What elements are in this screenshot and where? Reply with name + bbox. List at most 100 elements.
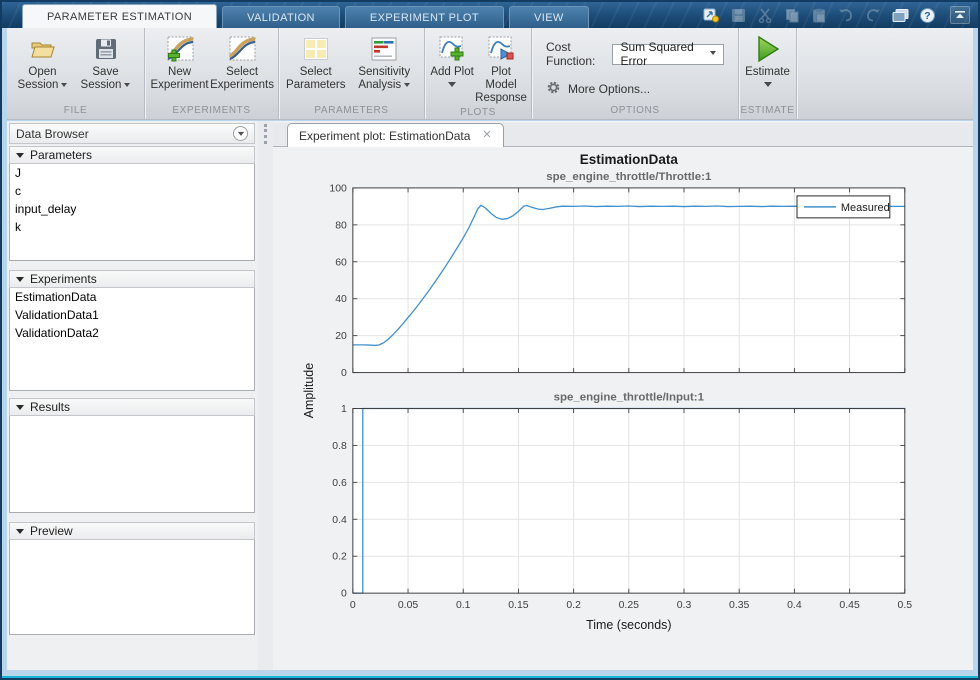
list-item[interactable]: ValidationData1 [10, 306, 254, 324]
tab-validation[interactable]: VALIDATION [222, 6, 340, 28]
new-window-icon[interactable] [702, 6, 720, 24]
add-plot-button[interactable]: Add Plot [429, 31, 475, 91]
panel-splitter[interactable] [258, 121, 273, 670]
cut-icon[interactable] [756, 6, 774, 24]
estimate-button[interactable]: Estimate [743, 31, 792, 91]
list-item[interactable]: ValidationData2 [10, 324, 254, 342]
svg-text:0.05: 0.05 [398, 600, 419, 611]
select-experiments-button[interactable]: Select Experiments [210, 31, 274, 92]
paste-icon[interactable] [810, 6, 828, 24]
section-label: Results [30, 400, 71, 414]
data-browser-title: Data Browser [16, 126, 89, 141]
save-session-button[interactable]: Save Session [74, 31, 137, 92]
minimize-ribbon-button[interactable] [950, 6, 970, 24]
svg-text:0.25: 0.25 [619, 600, 640, 611]
select-experiments-label: Select Experiments [210, 66, 275, 91]
add-plot-icon [439, 34, 465, 64]
svg-text:Time (seconds): Time (seconds) [586, 618, 671, 632]
group-plots: Add Plot Plot Model Response PLOTS [425, 28, 532, 119]
list-item[interactable]: EstimationData [10, 288, 254, 306]
save-icon[interactable] [729, 6, 747, 24]
svg-text:80: 80 [335, 220, 347, 231]
tab-experiment-plot[interactable]: EXPERIMENT PLOT [344, 6, 504, 28]
list-item[interactable]: input_delay [10, 200, 254, 218]
collapse-arrow-icon [16, 153, 24, 162]
group-experiments: New Experiment Select Experiments EXPERI… [145, 28, 279, 119]
svg-text:100: 100 [329, 183, 347, 194]
svg-text:0: 0 [341, 368, 347, 379]
results-list[interactable] [9, 416, 255, 513]
svg-text:0.2: 0.2 [332, 552, 347, 563]
svg-text:0: 0 [350, 600, 356, 611]
tab-view[interactable]: VIEW [509, 6, 589, 28]
svg-text:EstimationData: EstimationData [580, 152, 679, 167]
svg-text:0.8: 0.8 [332, 441, 347, 452]
list-item[interactable]: c [10, 182, 254, 200]
open-session-button[interactable]: Open Session [11, 31, 74, 92]
app-window: PARAMETER ESTIMATION VALIDATION EXPERIME… [0, 0, 980, 680]
tab-parameter-estimation[interactable]: PARAMETER ESTIMATION [22, 4, 218, 28]
estimate-label: Estimate [745, 66, 790, 78]
new-experiment-label: New Experiment [150, 66, 209, 91]
select-parameters-label: Select Parameters [286, 66, 346, 91]
svg-text:0.4: 0.4 [787, 600, 802, 611]
svg-text:Measured: Measured [841, 202, 890, 214]
svg-text:spe_engine_throttle/Throttle:1: spe_engine_throttle/Throttle:1 [546, 171, 712, 183]
add-plot-label: Add Plot [430, 66, 474, 78]
document-tab-bar: Experiment plot: EstimationData ✕ [273, 123, 973, 147]
experiments-list[interactable]: EstimationData ValidationData1 ValidationD… [9, 288, 255, 391]
cost-function-dropdown[interactable]: Sum Squared Error [612, 40, 724, 68]
group-label-parameters: PARAMETERS [314, 105, 389, 116]
group-label-file: FILE [63, 105, 88, 116]
quick-access-toolbar: ? [702, 6, 936, 24]
sensitivity-analysis-button[interactable]: Sensitivity Analysis [349, 31, 420, 92]
close-icon[interactable]: ✕ [482, 130, 491, 141]
more-options-label: More Options... [568, 82, 651, 96]
parameters-list[interactable]: Jc input_delay k [9, 164, 255, 261]
more-options-button[interactable]: More Options... [546, 80, 650, 98]
list-item[interactable]: J [10, 164, 254, 182]
ribbon-tab-bar: PARAMETER ESTIMATION VALIDATION EXPERIME… [2, 2, 978, 28]
sensitivity-analysis-label: Sensitivity Analysis [358, 66, 411, 91]
list-item[interactable]: k [10, 218, 254, 236]
preview-list[interactable] [9, 540, 255, 635]
help-icon[interactable]: ? [918, 6, 936, 24]
new-experiment-button[interactable]: New Experiment [149, 31, 210, 92]
group-label-options: OPTIONS [610, 105, 660, 116]
svg-text:1: 1 [341, 404, 347, 415]
section-header-experiments[interactable]: Experiments [9, 270, 255, 288]
section-header-preview[interactable]: Preview [9, 522, 255, 540]
svg-text:?: ? [924, 10, 930, 22]
experiment-plot-canvas[interactable]: EstimationData020406080100spe_engine_thr… [273, 147, 973, 670]
chevron-down-icon [237, 131, 244, 138]
group-label-plots: PLOTS [460, 107, 496, 118]
section-header-parameters[interactable]: Parameters [9, 146, 255, 164]
data-browser-menu-button[interactable] [233, 126, 248, 141]
redo-icon[interactable] [864, 6, 882, 24]
plot-model-response-button[interactable]: Plot Model Response [475, 31, 527, 105]
select-parameters-button[interactable]: Select Parameters [283, 31, 349, 92]
window-layout-icon[interactable] [891, 6, 909, 24]
group-file: Open Session Save Session FILE [7, 28, 145, 119]
main-area: Data Browser Parameters Jc input_delay k E… [7, 121, 973, 670]
open-folder-icon [29, 34, 57, 64]
copy-icon[interactable] [783, 6, 801, 24]
svg-text:0.3: 0.3 [677, 600, 692, 611]
cost-function-label: Cost Function: [546, 40, 596, 68]
group-parameters: Select Parameters Sensitivity Analysis P… [279, 28, 425, 119]
undo-icon[interactable] [837, 6, 855, 24]
estimate-play-icon [755, 34, 781, 64]
plot-model-response-label: Plot Model Response [475, 66, 527, 104]
data-browser-header: Data Browser [9, 123, 255, 144]
chevron-down-icon [763, 82, 772, 91]
section-header-results[interactable]: Results [9, 398, 255, 416]
collapse-arrow-icon [16, 277, 24, 286]
svg-text:0.45: 0.45 [839, 600, 860, 611]
svg-text:40: 40 [335, 294, 347, 305]
gear-icon [546, 80, 561, 98]
select-experiments-icon [228, 34, 256, 64]
group-estimate: Estimate ESTIMATE [739, 28, 797, 119]
document-area: Experiment plot: EstimationData ✕ Estima… [273, 121, 973, 670]
svg-text:0.35: 0.35 [729, 600, 750, 611]
document-tab-experiment-plot[interactable]: Experiment plot: EstimationData ✕ [287, 123, 504, 147]
